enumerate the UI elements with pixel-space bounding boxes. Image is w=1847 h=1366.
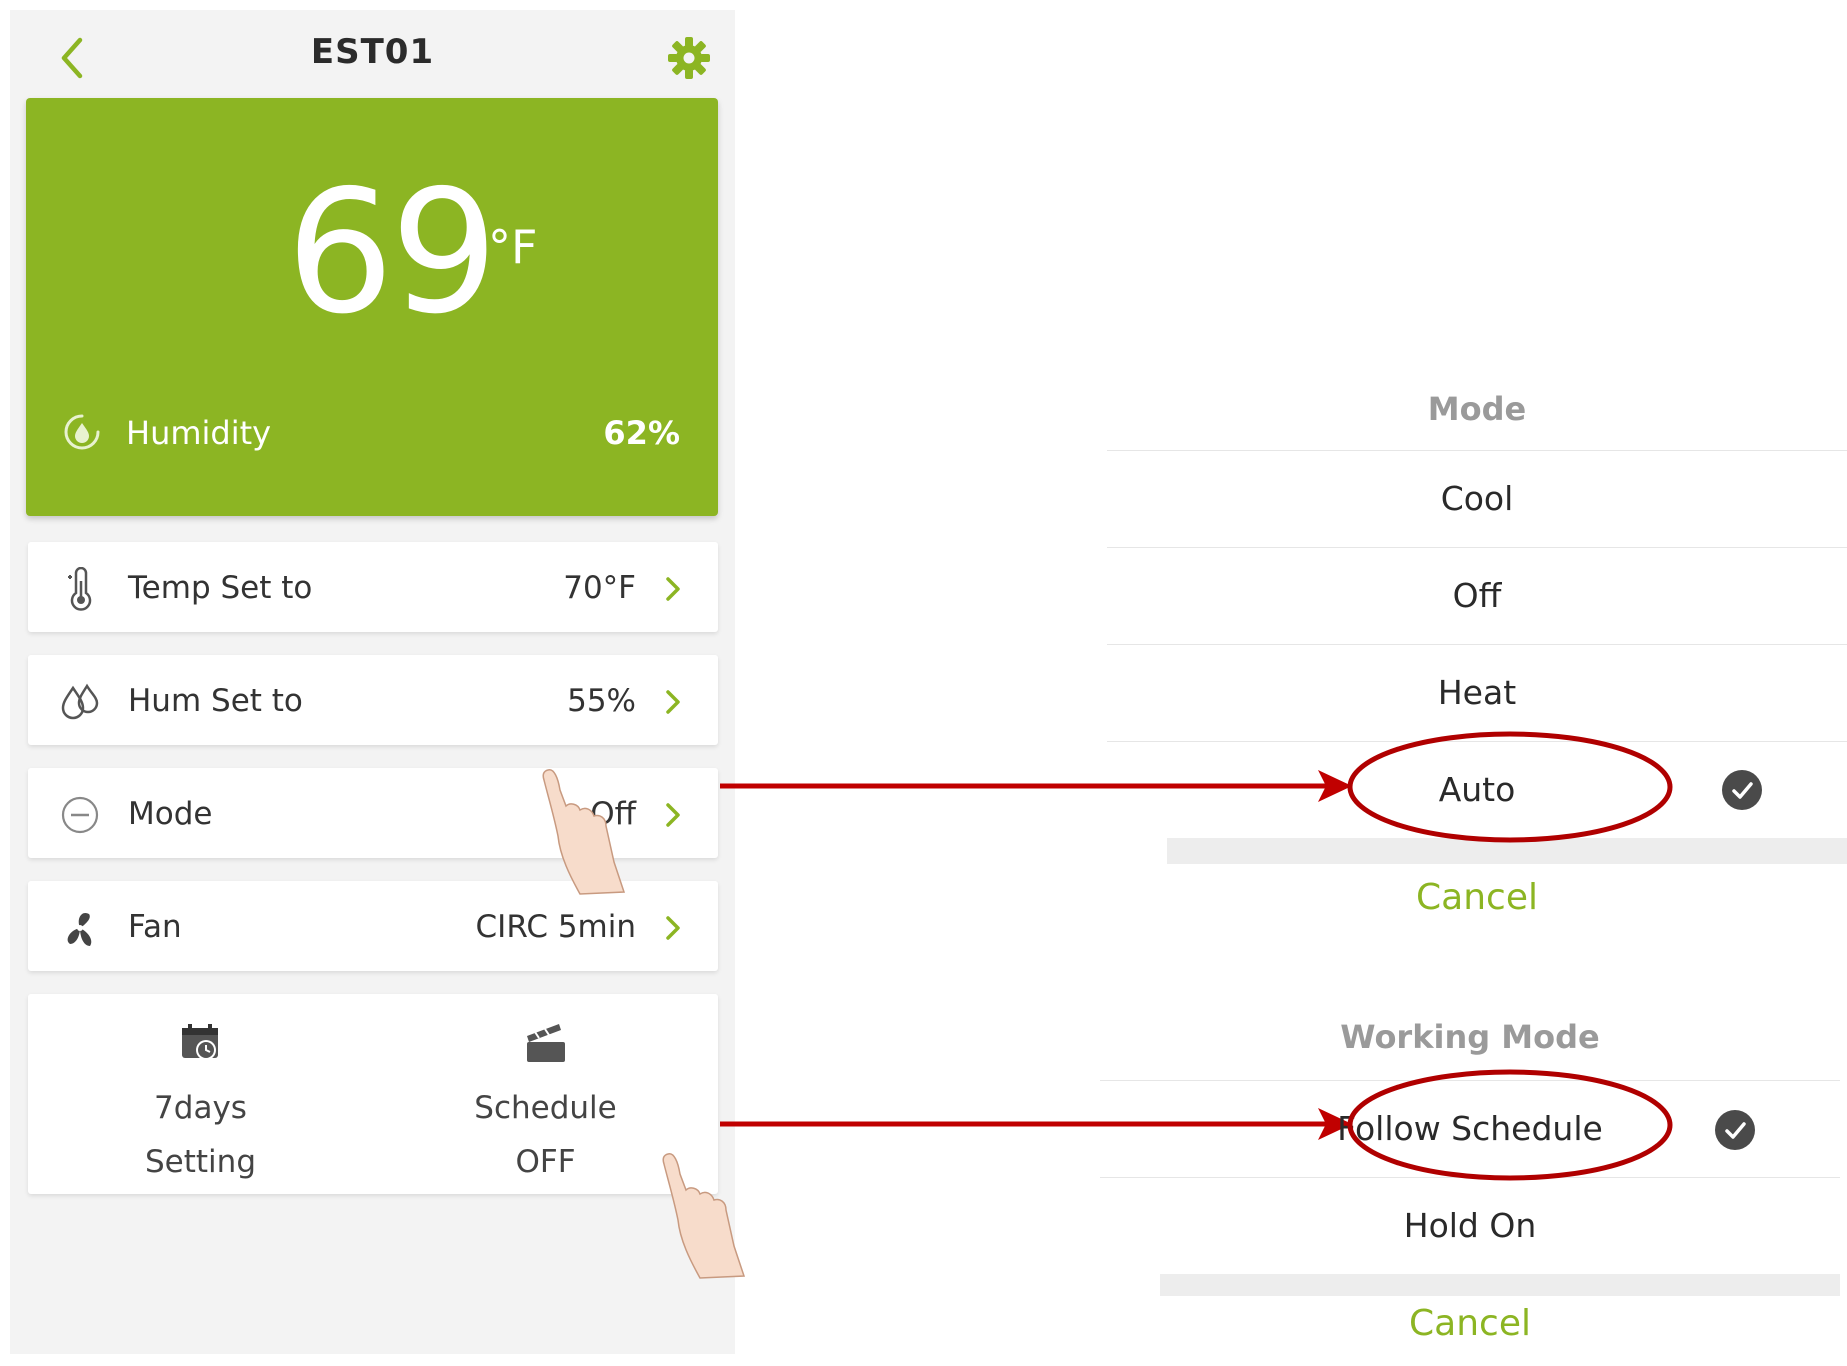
humidity-icon: [64, 414, 100, 450]
chevron-right-icon: [666, 803, 680, 827]
cancel-button[interactable]: Cancel: [1100, 1284, 1840, 1364]
option-cool[interactable]: Cool: [1107, 450, 1847, 547]
page-title: EST01: [310, 32, 435, 72]
current-temperature: 69: [286, 154, 498, 352]
gear-icon[interactable]: [665, 34, 713, 82]
row-label: Mode: [128, 796, 213, 832]
tile-line1: 7days: [154, 1090, 247, 1126]
temperature-unit: °F: [488, 220, 538, 274]
sheet-title: Working Mode: [1340, 1018, 1600, 1056]
tile-7days-setting[interactable]: 7days Setting: [28, 994, 373, 1194]
tile-line1: Schedule: [474, 1090, 617, 1126]
row-label: Fan: [128, 909, 182, 945]
temperature-card: 69 °F Humidity 62%: [26, 98, 718, 516]
option-hold-on[interactable]: Hold On: [1100, 1177, 1840, 1274]
row-value: 70°F: [563, 570, 636, 606]
highlight-ellipse-auto: [1347, 731, 1673, 843]
row-label: Temp Set to: [128, 570, 313, 606]
humidity-label: Humidity: [126, 414, 272, 452]
humidity-value: 62%: [603, 414, 680, 452]
calendar-clock-icon: [182, 1024, 218, 1060]
thermometer-icon: [68, 567, 92, 611]
option-off[interactable]: Off: [1107, 547, 1847, 644]
option-heat[interactable]: Heat: [1107, 644, 1847, 741]
row-value: CIRC 5min: [475, 909, 636, 945]
highlight-ellipse-follow-schedule: [1347, 1069, 1673, 1181]
check-icon: [1715, 1110, 1755, 1150]
fan-icon: [67, 912, 92, 946]
app-header: EST01: [10, 10, 735, 105]
row-temp-set[interactable]: Temp Set to 70°F: [28, 542, 718, 632]
check-icon: [1722, 770, 1762, 810]
tap-hand-icon: [542, 769, 626, 895]
minus-circle-icon: [61, 796, 99, 834]
row-label: Hum Set to: [128, 683, 303, 719]
chevron-right-icon: [666, 690, 680, 714]
cancel-button[interactable]: Cancel: [1107, 850, 1847, 946]
row-hum-set[interactable]: Hum Set to 55%: [28, 655, 718, 745]
bottom-tiles: 7days Setting Schedule OFF: [28, 994, 718, 1194]
thermostat-screen: EST01 69 °F Humidity 62% Temp Set to 70°…: [10, 10, 746, 1354]
mode-action-sheet: Mode Cool Off Heat Auto Cancel: [1107, 370, 1847, 940]
clapperboard-icon: [527, 1024, 565, 1062]
chevron-right-icon: [666, 577, 680, 601]
drops-icon: [61, 683, 99, 720]
sheet-title: Mode: [1427, 390, 1527, 428]
row-value: 55%: [567, 683, 636, 719]
chevron-right-icon: [666, 916, 680, 940]
tap-hand-icon: [662, 1153, 746, 1279]
tile-line2: Setting: [145, 1144, 256, 1180]
